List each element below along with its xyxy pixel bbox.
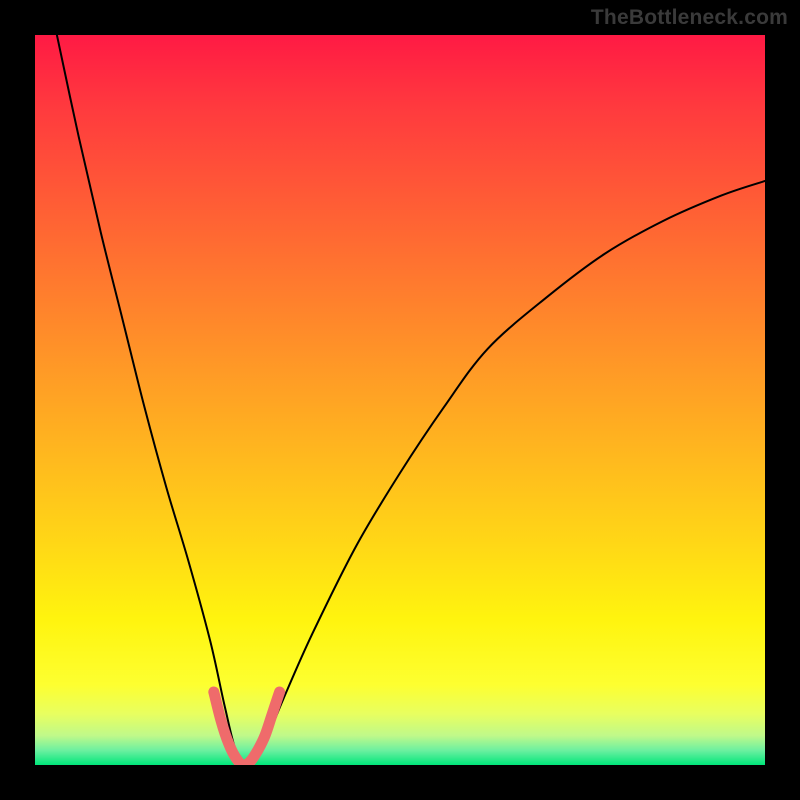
plot-area: [35, 35, 765, 765]
curves-svg: [35, 35, 765, 765]
outer-frame: TheBottleneck.com: [0, 0, 800, 800]
black-curve-path: [57, 35, 765, 765]
watermark-text: TheBottleneck.com: [591, 6, 788, 30]
